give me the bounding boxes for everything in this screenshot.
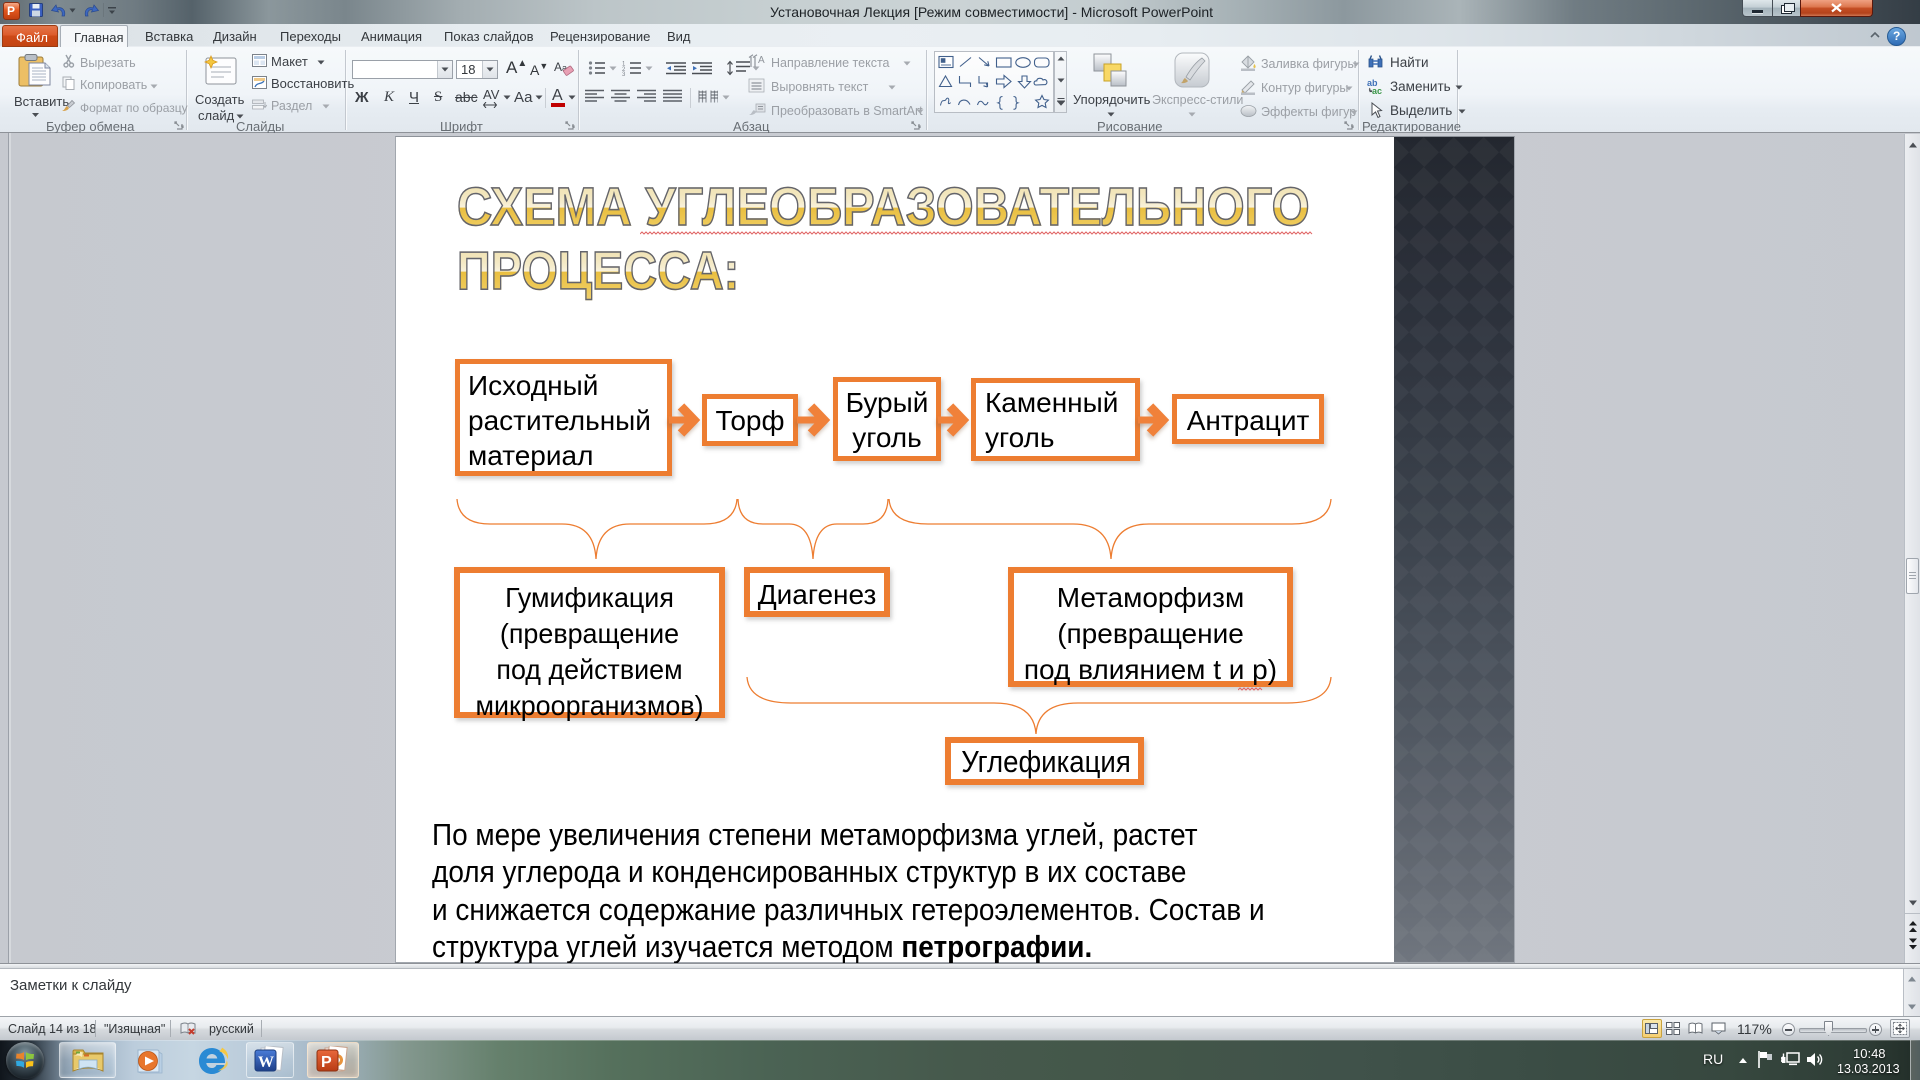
svg-text:W: W [258, 1054, 274, 1071]
svg-text:ac: ac [1372, 86, 1382, 95]
svg-text:3: 3 [622, 72, 626, 76]
svg-text:P: P [321, 1054, 332, 1071]
svg-text:А: А [758, 55, 765, 66]
